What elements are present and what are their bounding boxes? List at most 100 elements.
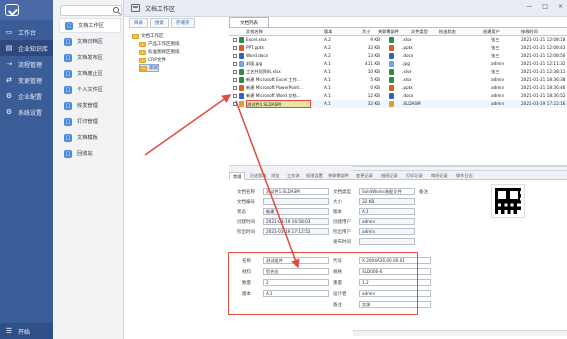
tree-node-crp[interactable]: CRP文件 [139,56,166,64]
folder-icon [139,41,146,47]
column-header-created-by[interactable]: 创建用户 [483,28,500,36]
module-item-document-abolish[interactable]: □ 文档废止区 [59,66,121,81]
window-titlebar: 文档工作区 — □ × [124,0,567,17]
qr-code [491,184,525,218]
column-header-size[interactable]: 大小 [362,28,370,36]
table-row[interactable]: 封面.jpg A.1 411 KB .jpg admin 2021-01-21 12:11… [229,60,567,68]
row-checkbox[interactable] [233,94,237,98]
column-header-file-type[interactable]: 文件类型 [411,28,428,36]
minimize-button[interactable]: — [526,3,532,10]
module-item-send-receive[interactable]: □ 收发管理 [59,98,121,113]
column-header-related-parts[interactable]: 关联零部件 [378,28,399,36]
module-item-personal-files[interactable]: □ 个人文件区 [59,82,121,97]
module-item-document-workspace[interactable]: □ 文档工作区 [59,18,121,33]
assembly-file-icon [239,101,244,107]
tab-preview[interactable]: 浏览 [268,172,282,180]
powerpoint-file-icon [389,45,394,51]
archive-icon: □ [64,37,72,46]
start-button[interactable]: ☰ 开始 [0,323,53,339]
module-item-document-template[interactable]: □ 文档模板 [59,130,121,145]
doc-name-label: 文档名称 [237,190,255,195]
version-field: A.1 [359,208,415,215]
window-icon [131,4,140,12]
table-row[interactable]: 新建 Microsoft Word 文档... A.1 12 KB .docx admi… [229,92,567,100]
tree-node-standard[interactable]: 标准图样区图纸 [139,48,180,56]
tab-print-records[interactable]: 打印记录 [403,172,426,180]
creator-field: admin [359,218,415,225]
nav-item-change-management[interactable]: ⇄ 变更管理 [0,72,53,88]
tab-review-records[interactable]: 审阅记录 [428,172,451,180]
close-button[interactable]: × [558,3,563,10]
column-header-name[interactable]: 文档名称 [246,28,263,36]
folder-icon: □ [65,21,73,30]
storage-folder-button[interactable]: 存储夹 [171,18,195,28]
tab-history[interactable]: 历史版本 [247,172,270,180]
tree-node-test[interactable]: 测试 [139,64,159,72]
document-list-tab[interactable]: 文档列表 [229,17,269,27]
maximize-button[interactable]: □ [542,3,548,10]
powerpoint-file-icon [389,85,394,91]
nav-item-system-settings[interactable]: ⚙ 系统设置 [0,104,53,120]
publish-time-label: 发布时间 [333,240,351,245]
row-checkbox[interactable] [233,70,237,74]
module-item-document-archive[interactable]: □ 文档归档区 [59,34,121,49]
template-icon: □ [64,133,72,142]
row-checkbox[interactable] [233,46,237,50]
tab-related-parts[interactable]: 关联零部件 [325,172,352,180]
table-row[interactable]: PPT.pptx A.2 32 KB .pptx 张三 2021-01-21 12:08:… [229,44,567,52]
remark-label: 备注 [419,190,428,195]
table-row[interactable]: Word.docx A.2 13 KB .docx 张三 2021-01-21 12:08… [229,52,567,60]
search-input[interactable] [60,5,122,16]
nav-item-process-management[interactable]: ⇢ 流程管理 [0,56,53,72]
directory-button[interactable]: 目录 [129,18,148,28]
tab-general[interactable]: 常规 [229,172,246,180]
nav-item-knowledge-base[interactable]: ▤ 企业知识库 [0,40,53,56]
table-row[interactable]: 新建 Microsoft PowerPoint... A.1 0 KB .pptx ad… [229,84,567,92]
checkout-user-field: admin [359,228,415,235]
table-row[interactable]: 测试件1.SLDASM A.1 32 KB .SLDASM admin 2021-03-1… [229,100,567,108]
table-row[interactable]: 工艺共同资料.xlsx A.1 10 KB .xlsx 张三 2021-01-21 12:… [229,68,567,76]
column-header-modified-time[interactable]: 修改时间 [521,28,538,36]
tab-workflow[interactable]: 工作流 [284,172,303,180]
search-button[interactable]: 搜索 [150,18,169,28]
doc-type-field[interactable]: SolidWorks装配文件 [359,188,415,195]
doc-number-field[interactable] [263,198,329,205]
column-header-checkout-status[interactable]: 检出状态 [439,28,456,36]
module-item-document-publish[interactable]: □ 文档发布区 [59,50,121,65]
row-checkbox[interactable] [233,62,237,66]
tab-operation-log[interactable]: 操作日志 [453,172,476,180]
checkout-time-label: 检出时间 [237,230,255,235]
row-checkbox[interactable] [233,102,237,106]
table-row[interactable]: Excel.xlsx A.2 9 KB .xlsx 张三 2021-01-21 12:08… [229,36,567,44]
doc-name-field[interactable]: 测试件1.SLDASM [263,188,329,195]
details-horizontal-scrollbar[interactable] [353,330,567,336]
nav-item-enterprise-config[interactable]: ⚙ 企业配置 [0,88,53,104]
column-header-version[interactable]: 版本 [324,28,332,36]
row-checkbox[interactable] [233,38,237,42]
nav-item-workbench[interactable]: ▭ 工作台 [0,24,53,40]
tab-permissions[interactable]: 权限设置 [303,172,326,180]
word-file-icon [389,93,394,99]
row-checkbox[interactable] [233,54,237,58]
tab-change-records[interactable]: 变更记录 [353,172,376,180]
row-checkbox[interactable] [233,78,237,82]
flow-icon: ⇢ [6,60,12,68]
abolish-icon: □ [64,69,72,78]
row-checkbox[interactable] [233,86,237,90]
created-time-field: 2021-03-19 16:58:03 [263,218,329,225]
highlight-box [228,252,418,315]
table-row[interactable]: 新建 Microsoft Excel 工作... A.1 5 KB .xlsx admi… [229,76,567,84]
gear-icon: ⚙ [5,108,13,116]
tree-root[interactable]: 文档工作区 [132,32,164,40]
excel-file-icon [239,37,244,43]
status-select[interactable]: 新建 [263,208,329,215]
tree-node-product[interactable]: 产品工作区图纸 [139,40,180,48]
tab-borrow-records[interactable]: 借阅记录 [378,172,401,180]
word-file-icon [239,93,244,99]
checkout-user-label: 检出用户 [333,230,351,235]
module-item-recycle-bin[interactable]: □ 回收站 [59,146,121,161]
search-icon[interactable] [113,7,119,13]
window-controls: — □ × [526,3,563,10]
folder-icon [139,49,146,55]
module-item-print-management[interactable]: □ 打印管理 [59,114,121,129]
